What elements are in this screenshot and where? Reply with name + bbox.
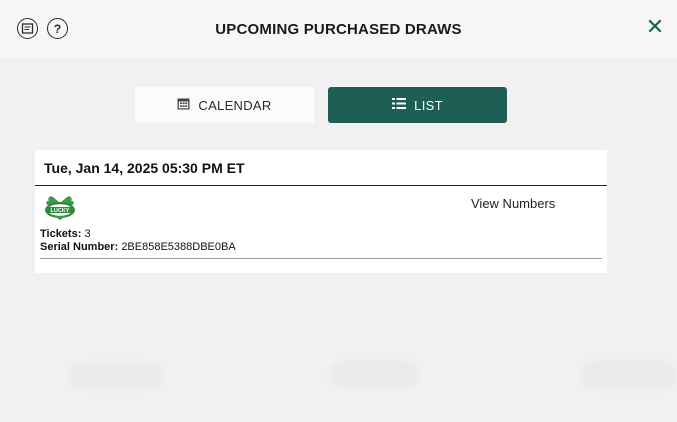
game-logo: LUCKY [44, 195, 76, 221]
list-tab-label: LIST [414, 97, 443, 113]
view-numbers-link[interactable]: View Numbers [471, 196, 555, 211]
help-icon[interactable]: ? [47, 18, 68, 39]
calendar-icon [177, 97, 190, 113]
view-toggle: CALENDAR LIST [135, 87, 507, 123]
page-title: UPCOMING PURCHASED DRAWS [215, 20, 462, 38]
list-tab[interactable]: LIST [328, 87, 507, 123]
list-icon [392, 97, 407, 113]
serial-label: Serial Number: [40, 241, 119, 253]
background-text [66, 285, 73, 316]
close-icon[interactable]: ✕ [644, 16, 666, 38]
tickets-label: Tickets: [40, 228, 82, 240]
calendar-tab-label: CALENDAR [198, 97, 272, 113]
ticket-icon[interactable] [17, 18, 38, 39]
divider [40, 258, 602, 259]
draw-card: Tue, Jan 14, 2025 05:30 PM ET LUCKY View… [35, 150, 607, 273]
draw-datetime: Tue, Jan 14, 2025 05:30 PM ET [35, 150, 607, 186]
tickets-line: Tickets: 3 [40, 228, 236, 241]
ticket-info: Tickets: 3 Serial Number: 2BE858E5388DBE… [40, 228, 236, 254]
modal-header: ? UPCOMING PURCHASED DRAWS ✕ [0, 0, 677, 58]
calendar-tab[interactable]: CALENDAR [135, 87, 314, 123]
tickets-value: 3 [84, 228, 91, 240]
serial-line: Serial Number: 2BE858E5388DBE0BA [40, 241, 236, 254]
serial-value: 2BE858E5388DBE0BA [121, 241, 236, 253]
svg-text:LUCKY: LUCKY [51, 208, 70, 214]
